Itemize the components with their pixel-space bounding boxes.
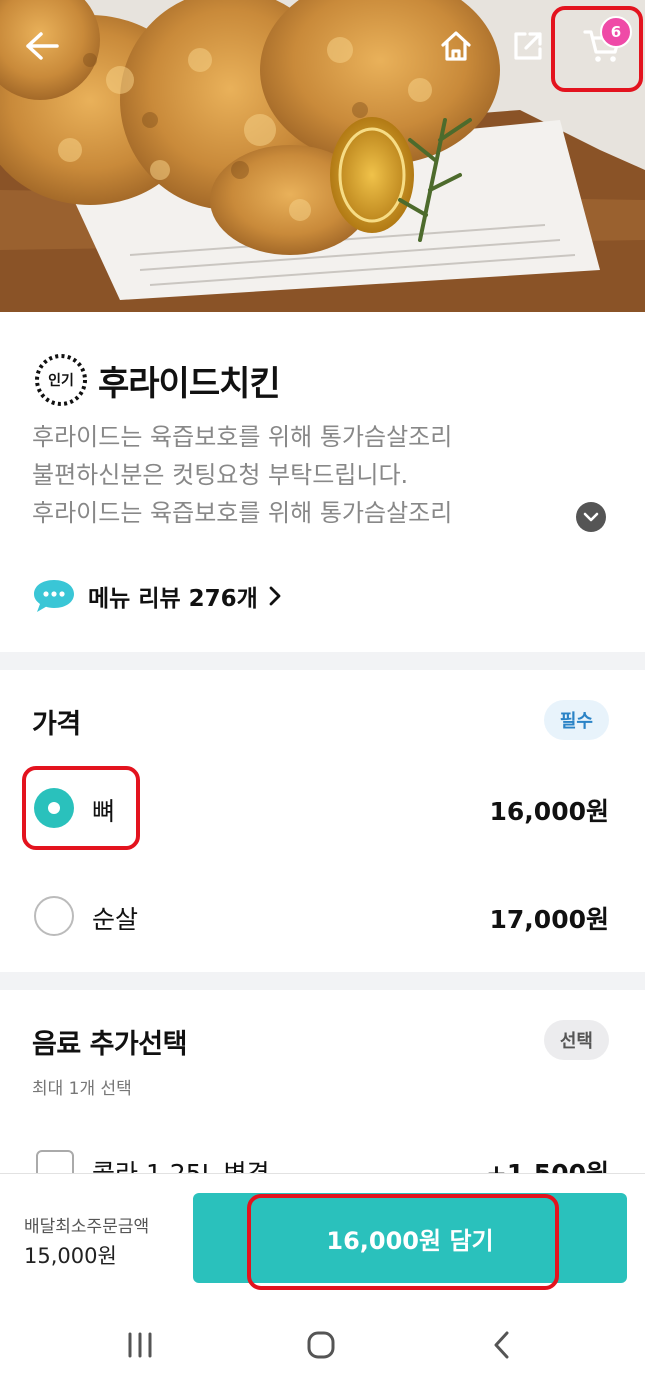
drink-checkbox[interactable] — [36, 1150, 74, 1173]
menu-title-row: 인기 후라이드치킨 — [32, 350, 281, 410]
popular-badge-label: 인기 — [48, 373, 74, 389]
recent-apps-button[interactable] — [110, 1323, 170, 1367]
option-price: 17,000원 — [489, 905, 609, 934]
price-option-boneless[interactable]: 순살 17,000원 — [0, 876, 645, 956]
option-price: 16,000원 — [489, 797, 609, 826]
menu-review-link[interactable]: 메뉴 리뷰 276개 — [32, 576, 282, 616]
drink-section-subtitle: 최대 1개 선택 — [32, 1079, 132, 1099]
price-option-section: 가격 필수 뼈 16,000원 순살 17,000원 — [0, 670, 645, 972]
add-to-cart-button[interactable]: 16,000원 담기 — [193, 1193, 627, 1283]
menu-detail-screen: 6 인기 후라이드치킨 후라이드는 육즙보호를 위해 통가슴살조리 불편하신분은… — [0, 0, 645, 1387]
review-count: 276개 — [188, 586, 258, 612]
system-navigation-bar — [0, 1305, 645, 1387]
menu-info-section: 인기 후라이드치킨 후라이드는 육즙보호를 위해 통가슴살조리 불편하신분은 컷… — [0, 312, 645, 652]
min-order-value: 15,000원 — [24, 1244, 117, 1268]
back-arrow-icon — [26, 32, 59, 60]
chevron-right-icon — [269, 586, 281, 606]
drink-option-section: 음료 추가선택 선택 최대 1개 선택 콜라 1.25L 변경 +1,500원 — [0, 990, 645, 1173]
home-icon — [441, 31, 471, 61]
section-divider — [0, 652, 645, 670]
system-home-icon — [307, 1331, 335, 1359]
min-order-label: 배달최소주문금액 — [24, 1217, 150, 1237]
option-label: 순살 — [92, 905, 139, 934]
drink-option-label: 콜라 1.25L 변경 — [92, 1154, 270, 1173]
home-button[interactable] — [430, 18, 482, 74]
share-icon — [514, 32, 542, 60]
section-divider — [0, 972, 645, 990]
expand-description-button[interactable] — [576, 502, 606, 532]
system-back-button[interactable] — [472, 1323, 532, 1367]
drink-option-price: +1,500원 — [486, 1154, 609, 1173]
menu-description: 후라이드는 육즙보호를 위해 통가슴살조리 불편하신분은 컷팅요청 부탁드립니다… — [32, 418, 552, 532]
description-line: 후라이드는 육즙보호를 위해 통가슴살조리 — [32, 423, 453, 451]
required-tag: 필수 — [543, 700, 609, 740]
system-back-icon — [494, 1331, 509, 1359]
description-line: 불편하신분은 컷팅요청 부탁드립니다. — [32, 461, 409, 489]
radio-button-selected[interactable] — [34, 788, 74, 828]
popular-badge: 인기 — [32, 351, 90, 409]
back-button[interactable] — [14, 18, 70, 74]
cart-count-badge: 6 — [600, 16, 632, 48]
description-line: 후라이드는 육즙보호를 위해 통가슴살조리 — [32, 499, 453, 527]
drink-section-title: 음료 추가선택 — [32, 1029, 187, 1060]
menu-title: 후라이드치킨 — [98, 363, 281, 404]
chevron-down-icon — [583, 512, 599, 522]
order-bar: 배달최소주문금액 15,000원 16,000원 담기 — [0, 1173, 645, 1305]
share-button[interactable] — [502, 18, 554, 74]
speech-bubble-icon — [34, 580, 74, 612]
radio-button[interactable] — [34, 896, 74, 936]
price-section-title: 가격 — [32, 709, 81, 740]
menu-photo: 6 — [0, 0, 645, 312]
review-label: 메뉴 리뷰 — [88, 586, 181, 612]
option-label: 뼈 — [92, 797, 116, 826]
recent-apps-icon — [128, 1332, 152, 1358]
price-option-bone[interactable]: 뼈 16,000원 — [0, 768, 645, 848]
optional-tag: 선택 — [543, 1020, 609, 1060]
system-home-button[interactable] — [291, 1323, 351, 1367]
